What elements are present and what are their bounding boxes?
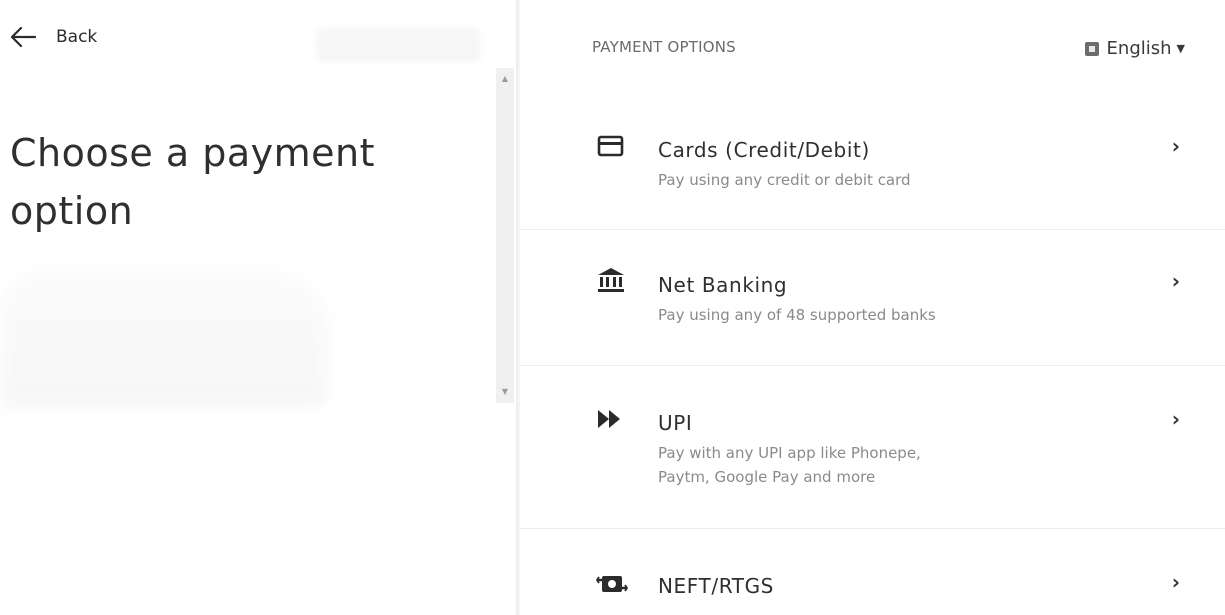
language-label: English <box>1106 38 1172 59</box>
option-title: Net Banking <box>658 273 788 297</box>
back-button[interactable]: Back <box>10 26 97 48</box>
chevron-right-icon: › <box>1171 269 1180 293</box>
scrollbar[interactable]: ▲ ▼ <box>496 68 514 403</box>
caret-down-icon: ▼ <box>1176 42 1185 55</box>
chevron-right-icon: › <box>1171 570 1180 594</box>
payment-option-cards[interactable]: Cards (Credit/Debit) Pay using any credi… <box>520 92 1225 230</box>
blurred-area <box>0 270 330 410</box>
back-label: Back <box>56 27 98 47</box>
payment-page: Back Choose a payment option ▲ ▼ PAYMENT… <box>0 0 1225 615</box>
chevron-right-icon: › <box>1171 134 1180 158</box>
transfer-icon <box>595 572 629 596</box>
bank-icon <box>596 267 626 292</box>
payment-option-neft-rtgs[interactable]: NEFT/RTGS › <box>520 528 1225 615</box>
right-panel: PAYMENT OPTIONS English ▼ Cards (Credit/… <box>520 0 1225 615</box>
chevron-right-icon: › <box>1171 407 1180 431</box>
payment-option-net-banking[interactable]: Net Banking Pay using any of 48 supporte… <box>520 229 1225 366</box>
card-icon <box>596 134 626 158</box>
option-title: Cards (Credit/Debit) <box>658 138 870 162</box>
language-selector[interactable]: English ▼ <box>1084 38 1185 59</box>
scroll-up-icon[interactable]: ▲ <box>496 72 514 86</box>
page-title: Choose a payment option <box>10 131 376 233</box>
payment-option-upi[interactable]: UPI Pay with any UPI app like Phonepe, P… <box>520 365 1225 529</box>
option-title: NEFT/RTGS <box>658 574 774 598</box>
left-panel: Back Choose a payment option ▲ ▼ <box>0 0 514 615</box>
option-subtitle-line2: Paytm, Google Pay and more <box>658 468 876 486</box>
language-icon <box>1084 41 1099 56</box>
option-title: UPI <box>658 411 693 435</box>
fast-forward-icon <box>596 407 626 431</box>
blurred-area <box>316 28 480 62</box>
option-subtitle: Pay using any credit or debit card <box>658 171 911 189</box>
scroll-down-icon[interactable]: ▼ <box>496 385 514 399</box>
arrow-left-icon <box>10 26 36 48</box>
section-title: PAYMENT OPTIONS <box>592 38 736 56</box>
option-subtitle-line1: Pay with any UPI app like Phonepe, <box>658 444 921 462</box>
option-subtitle: Pay using any of 48 supported banks <box>658 306 936 324</box>
